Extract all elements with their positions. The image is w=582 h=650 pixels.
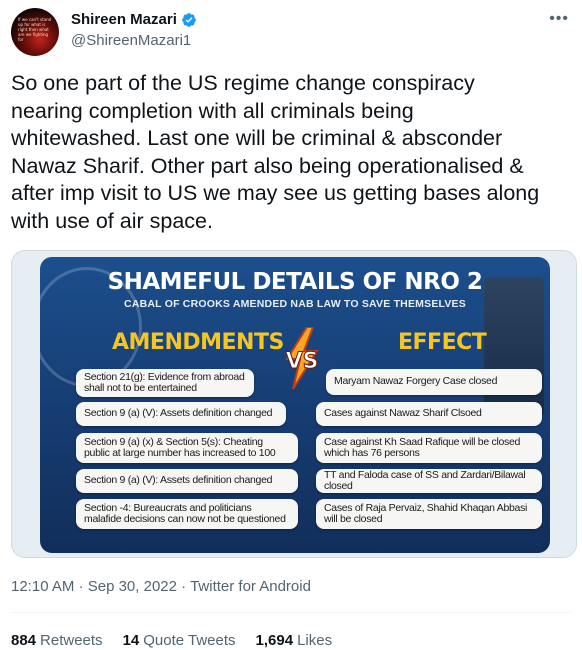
quotes-label: Quote Tweets: [143, 632, 236, 649]
vs-text: VS: [286, 349, 319, 374]
tweet-text: So one part of the US regime change cons…: [11, 70, 576, 235]
tweet-image[interactable]: SHAMEFUL DETAILS OF NRO 2 CABAL OF CROOK…: [11, 250, 577, 558]
tweet-date[interactable]: Sep 30, 2022: [88, 578, 177, 595]
verified-badge-icon: [182, 12, 196, 27]
infographic-title: SHAMEFUL DETAILS OF NRO 2: [107, 269, 483, 295]
infographic-subtitle: CABAL OF CROOKS AMENDED NAB LAW TO SAVE …: [124, 298, 466, 310]
tweet-stats: 884 Retweets 14 Quote Tweets 1,694 Likes: [11, 632, 332, 649]
effect-item: Case against Kh Saad Rafique will be clo…: [316, 433, 542, 463]
likes-label: Likes: [297, 632, 333, 649]
amendment-item: Section 21(g): Evidence from abroad shal…: [76, 369, 254, 397]
amendments-heading: AMENDMENTS: [112, 330, 284, 355]
amendment-item: Section 9 (a) (V): Assets definition cha…: [76, 402, 286, 426]
effect-item: Maryam Nawaz Forgery Case closed: [326, 369, 542, 395]
amendment-item: Section -4: Bureaucrats and politicians …: [76, 499, 298, 529]
retweets-label: Retweets: [40, 632, 103, 649]
tweet-meta: 12:10 AM · Sep 30, 2022 · Twitter for An…: [11, 578, 311, 595]
tweet-header: If we can't stand up for what is right t…: [11, 8, 571, 58]
retweets-count: 884: [11, 632, 37, 649]
avatar[interactable]: If we can't stand up for what is right t…: [11, 8, 59, 56]
avatar-text: If we can't stand up for what is right t…: [18, 17, 52, 42]
tweet-line: whitewashed. Last one will be criminal &…: [11, 126, 503, 150]
display-name[interactable]: Shireen Mazari: [71, 11, 177, 28]
tweet-line: nearing completion with all criminals be…: [11, 98, 414, 123]
name-row: Shireen Mazari: [71, 11, 197, 28]
tweet-line: with use of air space.: [11, 208, 213, 233]
meta-separator: ·: [78, 578, 84, 595]
more-horizontal-icon[interactable]: •••: [549, 10, 569, 28]
tweet-line: So one part of the US regime change cons…: [11, 71, 475, 95]
divider: [11, 612, 571, 613]
retweets-stat[interactable]: 884 Retweets: [11, 632, 103, 649]
effect-item: Cases of Raja Pervaiz, Shahid Khaqan Abb…: [316, 499, 542, 529]
quote-tweets-stat[interactable]: 14 Quote Tweets: [123, 632, 236, 649]
tweet-time[interactable]: 12:10 AM: [11, 578, 74, 595]
user-handle[interactable]: @ShireenMazari1: [71, 32, 191, 49]
likes-count: 1,694: [255, 632, 294, 649]
effect-item: TT and Faloda case of SS and Zardari/Bil…: [316, 469, 542, 493]
quotes-count: 14: [122, 632, 140, 649]
tweet-line: after imp visit to US we may see us gett…: [11, 181, 540, 205]
effect-heading: EFFECT: [398, 330, 487, 355]
effect-item: Cases against Nawaz Sharif Clsoed: [316, 402, 542, 426]
infographic-card: SHAMEFUL DETAILS OF NRO 2 CABAL OF CROOK…: [40, 257, 550, 553]
amendment-item: Section 9 (a) (x) & Section 5(s): Cheati…: [76, 433, 298, 463]
meta-separator: ·: [181, 578, 187, 595]
tweet-source[interactable]: Twitter for Android: [190, 578, 311, 595]
vs-lightning-icon: VS: [285, 327, 319, 389]
tweet-line: Nawaz Sharif. Other part also being oper…: [11, 153, 524, 178]
likes-stat[interactable]: 1,694 Likes: [256, 632, 333, 649]
amendment-item: Section 9 (a) (V): Assets definition cha…: [76, 469, 298, 493]
